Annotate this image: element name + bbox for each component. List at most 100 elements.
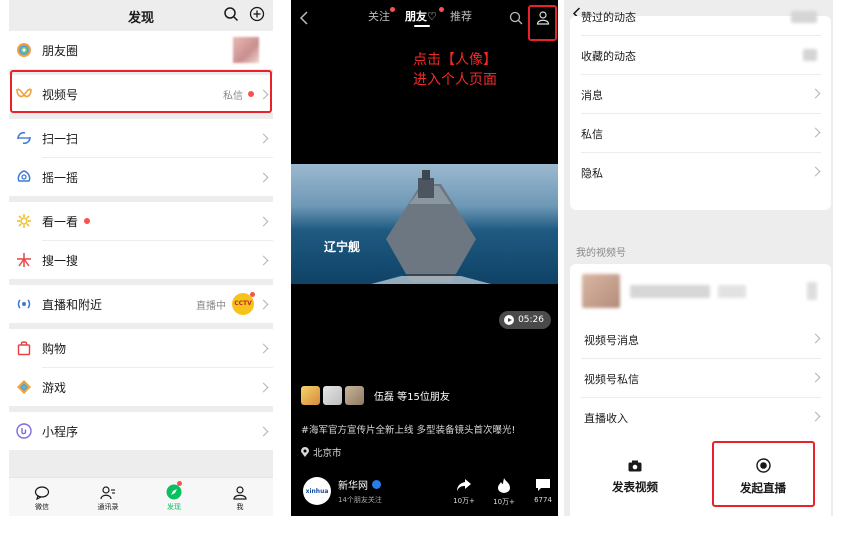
tab-chats[interactable]: 微信 xyxy=(9,478,75,516)
verified-icon xyxy=(372,480,381,489)
video-duration-badge: 05:26 xyxy=(499,311,551,329)
saved-posts-row[interactable]: 收藏的动态 xyxy=(570,36,831,75)
liked-posts-row[interactable]: 赞过的动态 xyxy=(570,0,831,36)
chevron-right-icon xyxy=(810,372,821,383)
chevron-right-icon xyxy=(810,127,821,138)
chevron-right-icon xyxy=(258,133,269,143)
tab-discover[interactable]: 发现 xyxy=(141,478,207,516)
chevron-right-icon xyxy=(810,333,821,344)
instruction-annotation: 点击【人像】 进入个人页面 xyxy=(413,52,497,88)
menu-item-top-stories[interactable]: 看一看 xyxy=(9,202,273,240)
chevron-right-icon xyxy=(810,166,821,177)
channel-private-messages-row[interactable]: 视频号私信 xyxy=(570,359,831,398)
tab-following[interactable]: 关注 xyxy=(368,8,390,24)
video-description[interactable]: #海军官方宣传片全新上线 多型装备镜头首次曝光! xyxy=(301,422,515,436)
bottom-tab-bar: 微信 通讯录 发现 我 xyxy=(9,477,273,516)
blurred-preview xyxy=(803,49,817,61)
chevron-right-icon xyxy=(258,216,269,226)
video-player[interactable]: 辽宁舰 xyxy=(291,164,558,284)
unread-dot xyxy=(439,7,444,12)
menu-label: 购物 xyxy=(42,341,67,356)
chevron-right-icon xyxy=(258,426,269,436)
channels-profile-screen: 赞过的动态 收藏的动态 消息 私信 隐私 我的视频号 视频号消息 视频号私信 直… xyxy=(564,0,833,516)
aircraft-carrier-image xyxy=(371,170,491,284)
comment-icon xyxy=(536,479,550,491)
author-followers: 14个朋友关注 xyxy=(338,496,382,504)
live-income-row[interactable]: 直播收入 xyxy=(570,398,831,437)
unread-dot xyxy=(177,481,182,486)
like-button[interactable]: 10万+ xyxy=(489,478,519,507)
cctv-badge: CCTV xyxy=(232,292,255,315)
comment-button[interactable]: 6774 xyxy=(528,478,558,504)
search-icon[interactable] xyxy=(223,6,239,22)
game-icon xyxy=(16,379,32,395)
menu-label: 看一看 xyxy=(42,214,79,229)
friend-avatar xyxy=(301,386,320,405)
author-avatar: xinhua xyxy=(303,477,331,505)
share-icon xyxy=(457,479,471,491)
highlight-box-channels xyxy=(10,70,272,113)
menu-item-shopping[interactable]: 购物 xyxy=(9,329,273,367)
add-icon[interactable] xyxy=(249,6,265,22)
channel-name-blurred xyxy=(630,285,710,298)
menu-item-search[interactable]: 搜一搜 xyxy=(9,241,273,279)
channel-messages-row[interactable]: 视频号消息 xyxy=(570,320,831,359)
back-arrow-icon[interactable] xyxy=(299,11,309,25)
shake-icon xyxy=(16,169,32,185)
tab-contacts[interactable]: 通讯录 xyxy=(75,478,141,516)
contacts-icon xyxy=(100,486,115,500)
private-messages-row[interactable]: 私信 xyxy=(570,114,831,153)
menu-item-games[interactable]: 游戏 xyxy=(9,368,273,406)
search-star-icon xyxy=(16,252,32,268)
settings-card: 赞过的动态 收藏的动态 消息 私信 隐私 xyxy=(570,11,831,210)
tab-friends[interactable]: 朋友♡ xyxy=(405,8,437,24)
chevron-right-icon xyxy=(258,172,269,182)
menu-label: 朋友圈 xyxy=(42,43,79,58)
highlight-box-profile xyxy=(528,5,557,41)
channel-avatar xyxy=(582,274,620,308)
chevron-right-icon xyxy=(810,411,821,422)
chevron-right-icon xyxy=(258,382,269,392)
tab-me[interactable]: 我 xyxy=(207,478,273,516)
top-stories-icon xyxy=(16,213,32,229)
chevron-right-icon xyxy=(258,255,269,265)
play-icon xyxy=(504,315,515,325)
camera-icon xyxy=(628,460,642,471)
privacy-row[interactable]: 隐私 xyxy=(570,153,831,192)
menu-label: 游戏 xyxy=(42,380,67,395)
fire-like-icon xyxy=(498,478,510,493)
menu-label: 小程序 xyxy=(42,424,79,439)
channel-icons-blurred xyxy=(718,285,746,298)
compass-icon xyxy=(166,484,182,500)
channel-profile-row[interactable] xyxy=(570,264,831,320)
unread-dot xyxy=(84,218,91,224)
live-status-label: 直播中 xyxy=(196,300,226,312)
location-pin-icon xyxy=(301,447,309,457)
active-tab-underline xyxy=(414,25,430,27)
share-button[interactable]: 10万+ xyxy=(449,478,479,506)
messages-row[interactable]: 消息 xyxy=(570,75,831,114)
location-row: 北京市 xyxy=(301,445,342,459)
shopping-bag-icon xyxy=(16,340,32,356)
post-video-button[interactable]: 发表视频 xyxy=(572,447,698,507)
discover-screen: 发现 朋友圈 视频号 私信 扫一扫 摇一摇 看一看 搜一搜 直播和附近 直播中 … xyxy=(9,0,273,516)
author-info[interactable]: xinhua 新华网 14个朋友关注 xyxy=(303,477,382,505)
menu-item-shake[interactable]: 摇一摇 xyxy=(9,158,273,196)
friends-liked-row[interactable]: 伍磊 等15位朋友 xyxy=(301,386,450,405)
menu-item-scan[interactable]: 扫一扫 xyxy=(9,119,273,157)
moments-thumbnail xyxy=(233,37,259,63)
chevron-right-icon xyxy=(810,88,821,99)
channels-screen: 关注 朋友♡ 推荐 点击【人像】 进入个人页面 辽宁舰 05:26 伍磊 等15… xyxy=(291,0,558,516)
blurred-preview xyxy=(791,11,817,23)
menu-item-moments[interactable]: 朋友圈 xyxy=(9,31,273,69)
mini-program-icon xyxy=(16,423,32,439)
tab-recommended[interactable]: 推荐 xyxy=(450,8,472,24)
search-icon[interactable] xyxy=(509,11,523,25)
menu-label: 搜一搜 xyxy=(42,253,79,268)
unread-dot xyxy=(390,7,395,12)
friend-avatar xyxy=(323,386,342,405)
menu-item-mini-programs[interactable]: 小程序 xyxy=(9,412,273,450)
menu-item-live-nearby[interactable]: 直播和附近 直播中 CCTV xyxy=(9,285,273,323)
author-name: 新华网 xyxy=(338,481,368,492)
chevron-right-icon xyxy=(258,343,269,353)
